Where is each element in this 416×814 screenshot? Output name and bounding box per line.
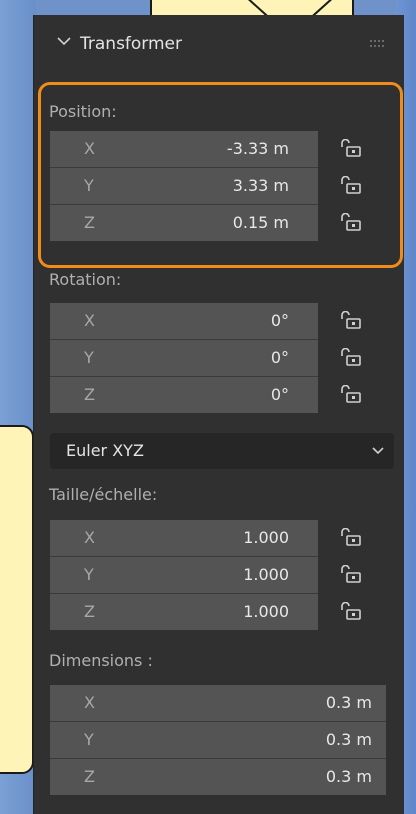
field-value: 1.000 [243, 528, 289, 547]
axis-label: Z [84, 602, 95, 621]
rotation-z-field[interactable]: Z 0° [50, 377, 318, 413]
lock-open-icon[interactable] [340, 528, 362, 546]
field-value: 0.3 m [325, 767, 372, 786]
rotation-mode-select[interactable]: Euler XYZ [50, 433, 394, 469]
panel-header[interactable]: Transformer [34, 15, 404, 71]
scale-x-field[interactable]: X 1.000 [50, 520, 318, 556]
lock-open-icon[interactable] [340, 311, 362, 329]
axis-label: X [84, 528, 95, 547]
dimensions-z-field[interactable]: Z 0.3 m [50, 759, 386, 795]
axis-label: X [84, 693, 95, 712]
lock-open-icon[interactable] [340, 565, 362, 583]
field-value: 0.3 m [325, 730, 372, 749]
axis-label: Y [84, 730, 94, 749]
panel-title: Transformer [80, 34, 183, 54]
scale-z-field[interactable]: Z 1.000 [50, 594, 318, 630]
chevron-down-icon[interactable] [57, 36, 71, 46]
scale-label: Taille/échelle: [49, 485, 158, 504]
dimensions-x-field[interactable]: X 0.3 m [50, 685, 386, 721]
field-value: 0° [270, 311, 289, 330]
dimensions-y-field[interactable]: Y 0.3 m [50, 722, 386, 758]
field-value: 0.3 m [325, 693, 372, 712]
field-value: 0° [270, 348, 289, 367]
rotation-mode-value: Euler XYZ [66, 441, 144, 460]
axis-label: Z [84, 385, 95, 404]
axis-label: Y [84, 565, 94, 584]
field-value: 1.000 [243, 602, 289, 621]
drag-handle-icon[interactable] [370, 40, 386, 48]
axis-label: Y [84, 348, 94, 367]
field-value: 1.000 [243, 565, 289, 584]
lock-open-icon[interactable] [340, 385, 362, 403]
position-highlight-frame [38, 82, 403, 268]
lock-open-icon[interactable] [340, 348, 362, 366]
lock-open-icon[interactable] [340, 602, 362, 620]
axis-label: X [84, 311, 95, 330]
chevron-down-icon [372, 447, 384, 455]
scale-y-field[interactable]: Y 1.000 [50, 557, 318, 593]
rotation-y-field[interactable]: Y 0° [50, 340, 318, 376]
dimensions-label: Dimensions : [49, 651, 153, 670]
field-value: 0° [270, 385, 289, 404]
axis-label: Z [84, 767, 95, 786]
rotation-x-field[interactable]: X 0° [50, 303, 318, 339]
tutorial-callout-left [0, 425, 34, 774]
rotation-label: Rotation: [49, 270, 122, 289]
